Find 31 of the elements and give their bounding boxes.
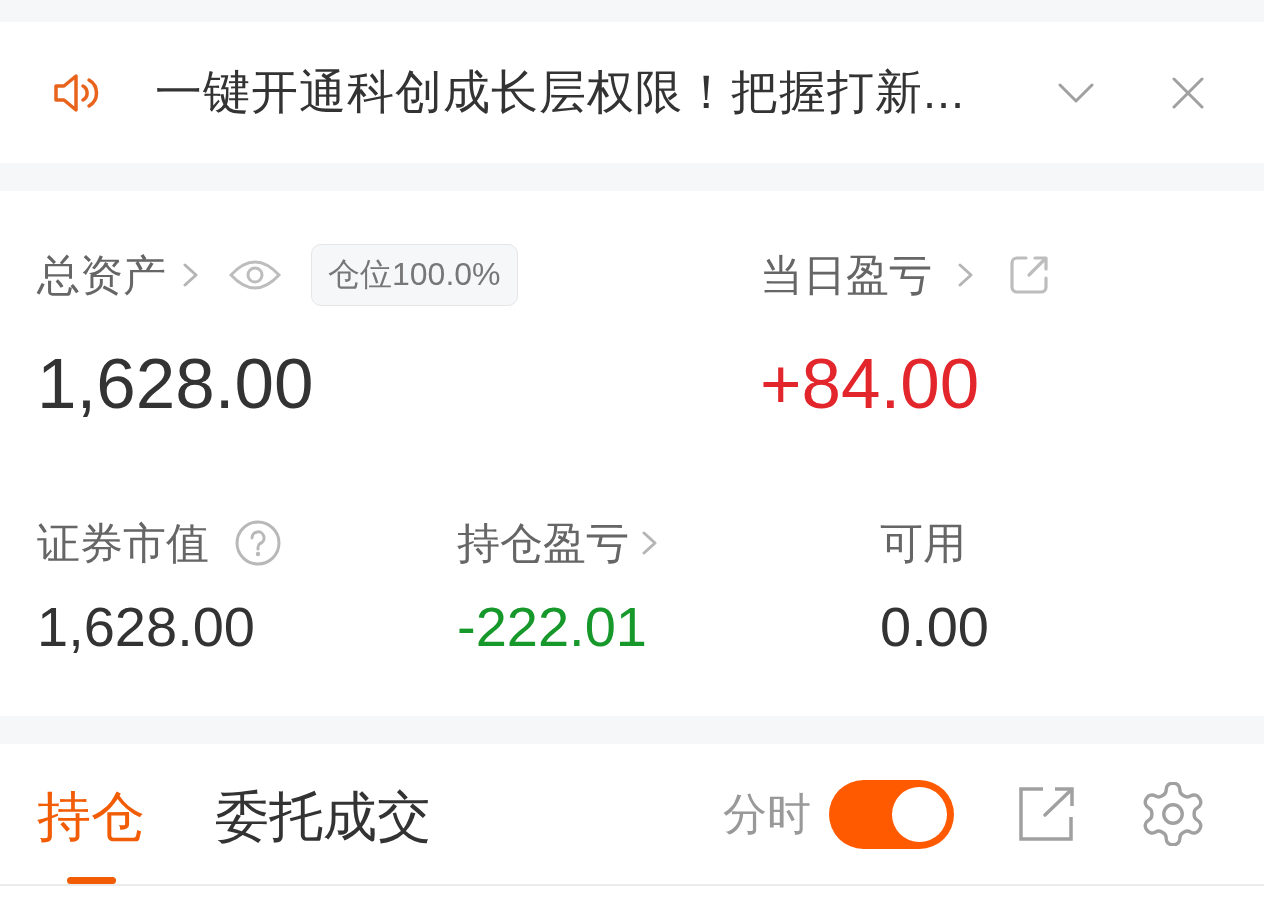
settings-icon [1141, 782, 1205, 846]
metric-label: 总资产 [37, 250, 166, 300]
metric-value: -222.01 [457, 595, 647, 659]
metric-label: 证券市值 [37, 518, 209, 568]
speaker-icon [54, 72, 100, 113]
total-assets-value: 1,628.00 [37, 344, 314, 424]
daily-pnl-value: +84.00 [760, 344, 980, 424]
chevron-down-icon [1058, 82, 1094, 103]
metric-value: 1,628.00 [37, 595, 255, 659]
share-icon[interactable] [1010, 256, 1048, 294]
metric-label: 可用 [880, 518, 966, 568]
chevron-right-icon [642, 531, 658, 555]
expand-button[interactable] [1058, 82, 1094, 103]
announcement-text[interactable]: 一键开通科创成长层权限！把握打新... [155, 61, 1058, 124]
eye-icon[interactable] [229, 258, 281, 292]
share-button[interactable] [1019, 787, 1075, 841]
close-icon [1172, 76, 1204, 109]
tab[interactable]: 委托成交 [215, 744, 431, 884]
settings-button[interactable] [1141, 782, 1205, 846]
help-icon[interactable] [235, 520, 281, 566]
chevron-right-icon [958, 263, 974, 287]
active-tab-underline [66, 877, 116, 884]
metric-label: 持仓盈亏 [457, 518, 629, 568]
close-button[interactable] [1172, 76, 1204, 109]
switch-thumb [892, 786, 947, 842]
share-icon [1019, 787, 1075, 841]
metric-label: 当日盈亏 [760, 250, 932, 300]
metric-value: 0.00 [880, 595, 989, 659]
chevron-right-icon [183, 263, 199, 287]
toggle-label: 分时 [723, 787, 811, 840]
position-tag: 仓位100.0% [311, 244, 518, 306]
